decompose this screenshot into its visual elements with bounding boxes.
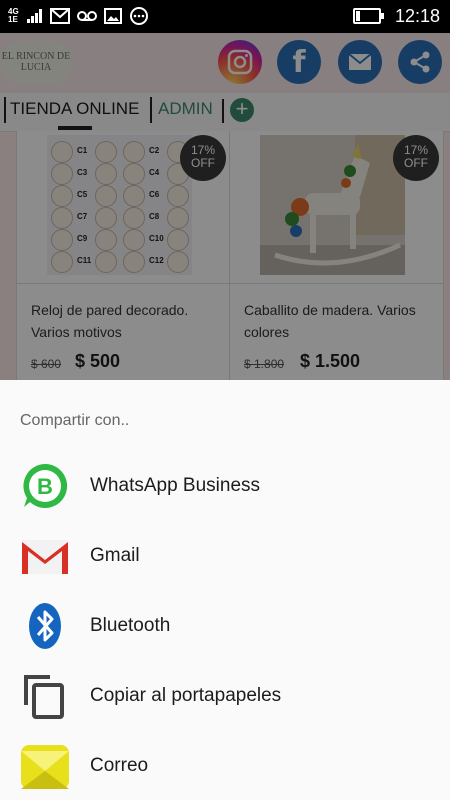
share-option-copy[interactable]: Copiar al portapapeles: [0, 661, 450, 731]
signal-icon: [27, 9, 42, 23]
whatsapp-business-icon: B: [20, 461, 70, 511]
battery-icon: [352, 8, 384, 24]
network-indicator: 4G 1E: [8, 8, 20, 24]
share-option-whatsapp-business[interactable]: B WhatsApp Business: [0, 451, 450, 521]
chat-notification-icon: [130, 7, 148, 25]
share-option-label: Correo: [90, 755, 149, 776]
share-option-label: WhatsApp Business: [90, 475, 261, 496]
share-option-gmail[interactable]: Gmail: [0, 521, 450, 591]
correo-icon: [20, 741, 70, 791]
share-option-correo[interactable]: Correo: [0, 731, 450, 801]
gmail-notification-icon: [50, 8, 70, 24]
share-sheet: Compartir con.. B WhatsApp Business Gmai…: [0, 380, 450, 800]
share-option-label: Copiar al portapapeles: [90, 685, 282, 706]
status-bar: 4G 1E 12:18: [0, 0, 450, 33]
gmail-icon: [20, 531, 70, 581]
whatsapp-business-letter: B: [37, 474, 53, 499]
image-notification-icon: [104, 8, 122, 24]
voicemail-icon: [77, 11, 97, 21]
network-subtype: 1E: [8, 15, 18, 24]
bluetooth-icon: [20, 601, 70, 651]
share-option-bluetooth[interactable]: Bluetooth: [0, 591, 450, 661]
clock-time: 12:18: [394, 5, 440, 26]
dim-overlay[interactable]: [0, 33, 450, 380]
copy-icon: [20, 671, 70, 721]
share-option-label: Gmail: [90, 545, 140, 566]
share-option-label: Bluetooth: [90, 615, 171, 636]
share-sheet-title: Compartir con..: [20, 412, 130, 429]
